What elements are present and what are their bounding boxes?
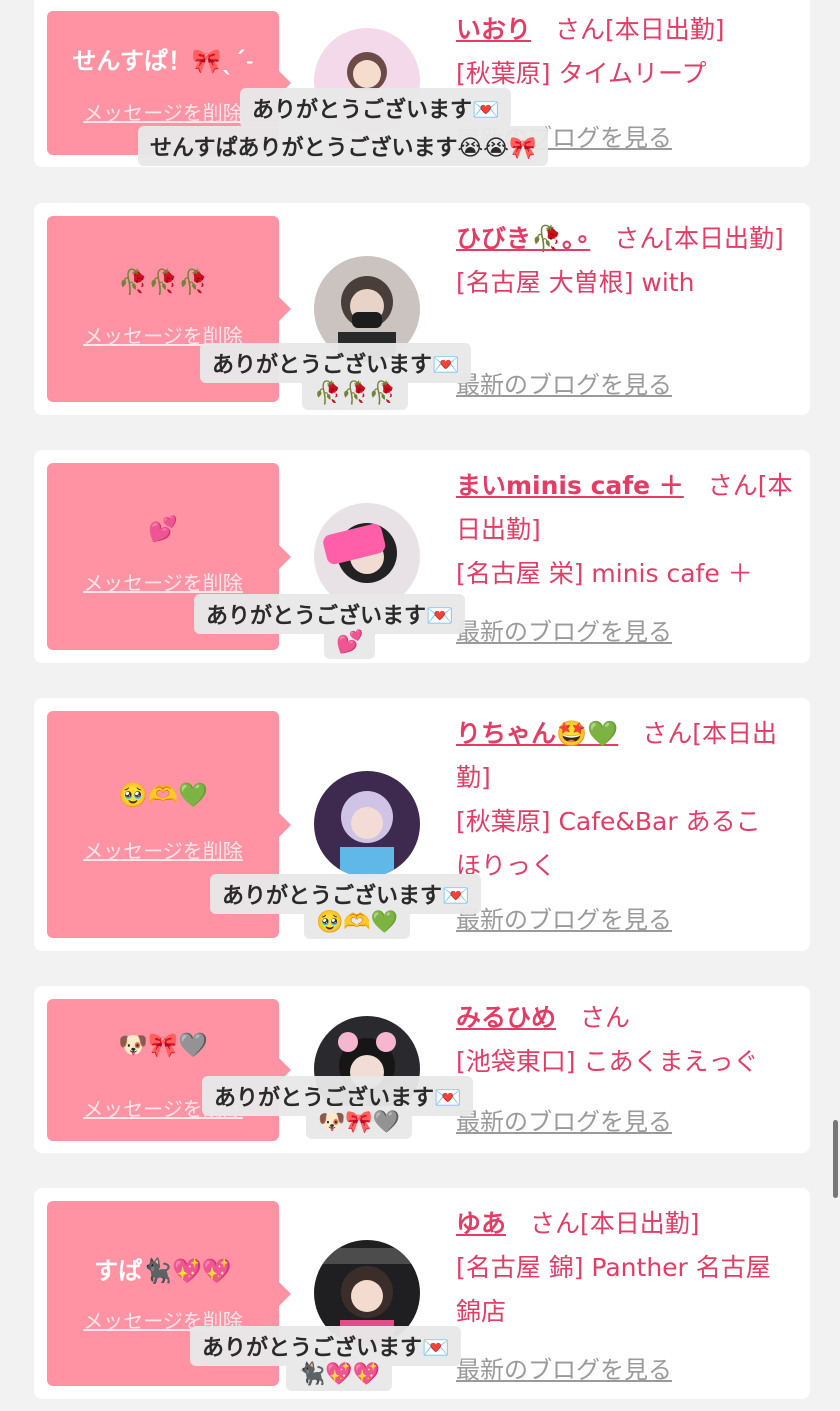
shop-name: [名古屋 大曽根] with bbox=[456, 268, 695, 297]
latest-blog-link[interactable]: 最新のブログを見る bbox=[456, 365, 672, 400]
latest-blog-link[interactable]: 最新のブログを見る bbox=[456, 1350, 672, 1385]
message-text: せんすぱ！🎀ˎˊ˗ bbox=[72, 47, 254, 75]
shop-name: [名古屋 錦] Panther 名古屋 bbox=[456, 1253, 771, 1282]
cast-status: さん bbox=[580, 1003, 631, 1032]
message-text: すぱ🐈‍⬛💖💖 bbox=[94, 1257, 232, 1285]
cast-name-link[interactable]: いおり bbox=[456, 15, 531, 44]
shop-name-cont: ほりっく bbox=[456, 851, 557, 880]
message-card: すぱ🐈‍⬛💖💖 メッセージを削除 ゆあ さん[本日出勤] [名古屋 錦] Pant… bbox=[34, 1188, 810, 1399]
reply-text: 🥀🥀🥀 bbox=[302, 377, 409, 410]
cast-status: さん[本日出勤] bbox=[530, 1209, 700, 1238]
latest-blog-link[interactable]: 最新のブログを見る bbox=[456, 1102, 672, 1137]
message-card: 🐶🎀🩶 メッセージを削除 みるひめ さん [池袋東口] こあくまえっぐ 最新のブロ… bbox=[34, 986, 810, 1153]
cast-name-link[interactable]: ゆあ bbox=[456, 1209, 506, 1238]
reply-text: 🥹🫶💚 bbox=[304, 906, 411, 939]
delete-message-link[interactable]: メッセージを削除 bbox=[47, 835, 279, 864]
cast-info: ひびき🥀｡∘ さん[本日出勤] [名古屋 大曽根] with bbox=[456, 217, 800, 305]
cast-info: ゆあ さん[本日出勤] [名古屋 錦] Panther 名古屋 錦店 bbox=[456, 1202, 800, 1334]
shop-name: [池袋東口] こあくまえっぐ bbox=[456, 1047, 759, 1076]
message-text: 🥀🥀🥀 bbox=[118, 268, 208, 296]
cast-name-link[interactable]: まいminis cafe ＋ bbox=[456, 471, 684, 500]
message-text: 🥹🫶💚 bbox=[118, 781, 208, 809]
latest-blog-link[interactable]: 最新のブログを見る bbox=[456, 900, 672, 935]
reply-text: せんすぱありがとうございます😭😭🎀 bbox=[138, 126, 549, 166]
cast-name-link[interactable]: ひびき🥀｡∘ bbox=[456, 224, 590, 253]
cast-info: りちゃん🤩💚 さん[本日出勤] [秋葉原] Cafe&Bar あるこ ほりっく bbox=[456, 712, 800, 888]
reply-text: 🐈‍⬛💖💖 bbox=[286, 1358, 393, 1391]
latest-blog-link[interactable]: 最新のブログを見る bbox=[456, 612, 672, 647]
cast-info: まいminis cafe ＋さん[本日出勤] [名古屋 栄] minis caf… bbox=[456, 464, 800, 596]
reply-text: 🐶🎀🩶 bbox=[306, 1106, 413, 1139]
message-card: 💕 メッセージを削除 まいminis cafe ＋さん[本日出勤] [名古屋 栄… bbox=[34, 450, 810, 663]
shop-name: [名古屋 栄] minis cafe ＋ bbox=[456, 559, 753, 588]
message-text: 💕 bbox=[148, 515, 178, 543]
cast-info: みるひめ さん [池袋東口] こあくまえっぐ bbox=[456, 996, 800, 1084]
cast-status: さん[本日出勤] bbox=[614, 224, 784, 253]
avatar[interactable] bbox=[314, 771, 420, 877]
shop-name-cont: 錦店 bbox=[456, 1297, 507, 1326]
message-card: 🥀🥀🥀 メッセージを削除 ひびき🥀｡∘ さん[本日出勤] [名古屋 大曽根] wi… bbox=[34, 203, 810, 415]
cast-status: さん[本日出勤] bbox=[555, 15, 725, 44]
message-card: 🥹🫶💚 メッセージを削除 りちゃん🤩💚 さん[本日出勤] [秋葉原] Cafe&B… bbox=[34, 698, 810, 951]
cast-name-link[interactable]: りちゃん🤩💚 bbox=[456, 719, 618, 748]
thanks-text: ありがとうございます💌 bbox=[240, 88, 512, 128]
delete-message-link[interactable]: メッセージを削除 bbox=[47, 567, 279, 596]
reply-text: 💕 bbox=[324, 626, 376, 659]
message-text: 🐶🎀🩶 bbox=[118, 1031, 208, 1059]
cast-info: いおり さん[本日出勤] [秋葉原] タイムリープ bbox=[456, 8, 800, 96]
cast-name-link[interactable]: みるひめ bbox=[456, 1003, 556, 1032]
shop-name: [秋葉原] Cafe&Bar あるこ bbox=[456, 807, 761, 836]
message-bubble: 🐶🎀🩶 メッセージを削除 bbox=[47, 999, 291, 1141]
message-card: せんすぱ！🎀ˎˊ˗ メッセージを削除 いおり さん[本日出勤] [秋葉原] タイム… bbox=[34, 0, 810, 167]
scrollbar[interactable] bbox=[833, 1120, 838, 1198]
